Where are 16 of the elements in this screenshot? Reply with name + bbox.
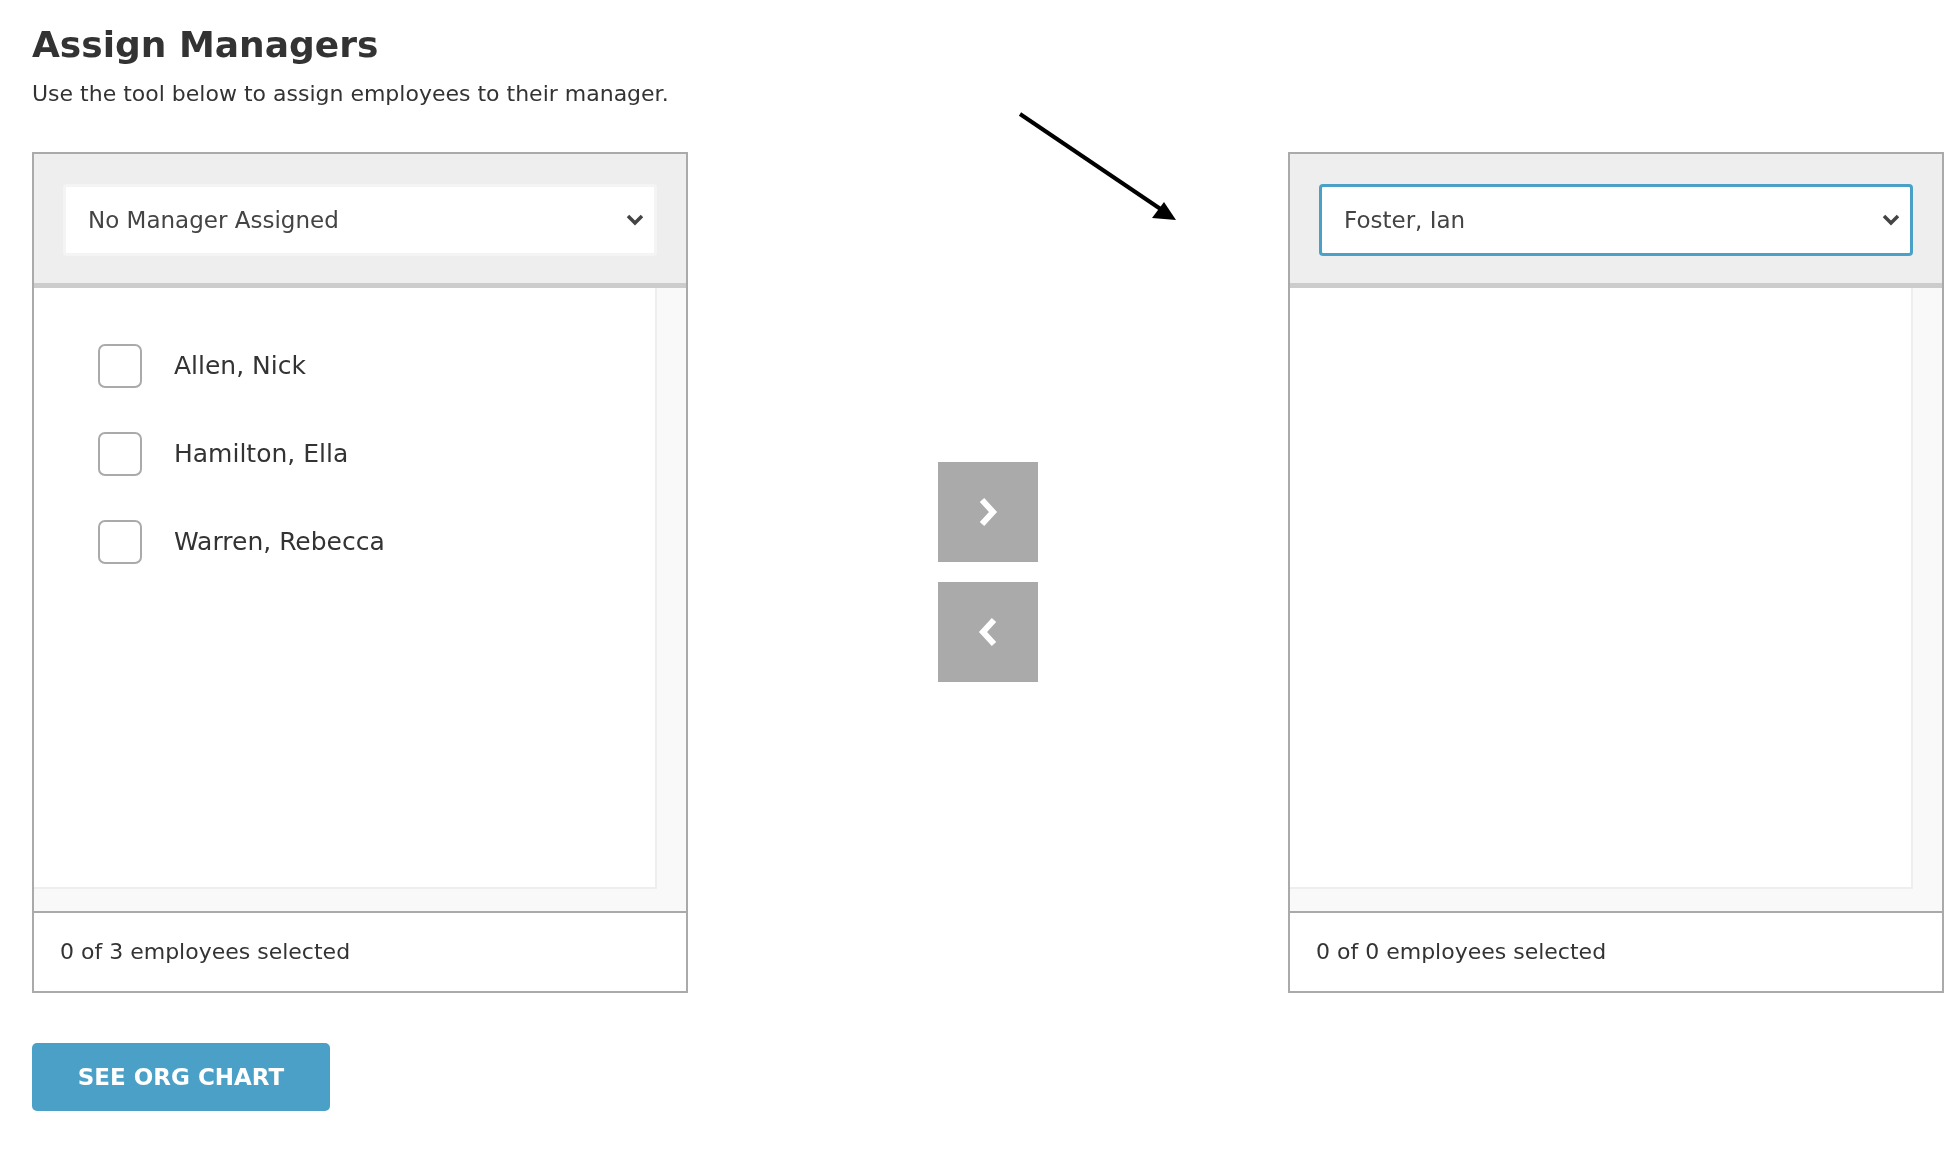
move-left-button[interactable] (938, 581, 1038, 682)
checkbox[interactable] (98, 343, 142, 388)
checkbox[interactable] (98, 519, 142, 564)
chevron-down-icon (1882, 213, 1900, 226)
employee-name: Warren, Rebecca (174, 526, 385, 559)
chevron-left-icon (978, 615, 998, 648)
manager-select[interactable]: No Manager Assigned (63, 183, 657, 256)
chevron-down-icon (626, 213, 644, 226)
manager-select[interactable]: Foster, Ian (1319, 183, 1913, 256)
page-title: Assign Managers (32, 23, 380, 67)
chevron-right-icon (978, 495, 998, 528)
employee-name: Allen, Nick (174, 350, 306, 383)
employee-name: Hamilton, Ella (174, 438, 349, 471)
checkbox[interactable] (98, 431, 142, 476)
move-right-button[interactable] (938, 461, 1038, 562)
page-description: Use the tool below to assign employees to their manager. (32, 79, 670, 108)
